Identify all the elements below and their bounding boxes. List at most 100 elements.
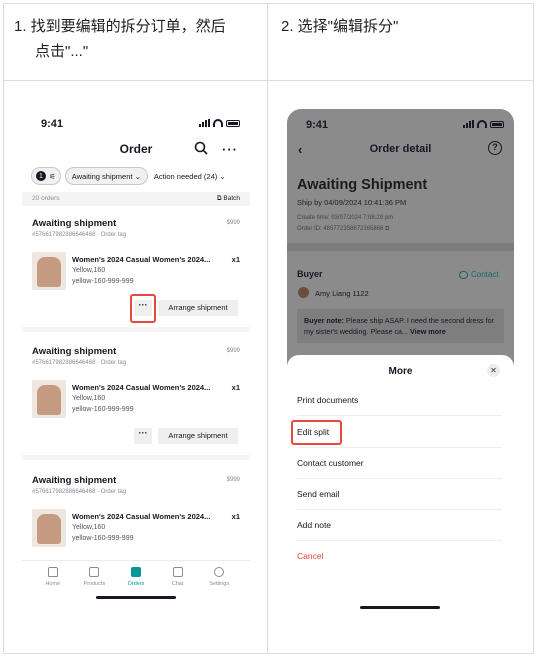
ship-by-date: Ship by 04/09/2024 10:41:36 PM: [297, 198, 407, 207]
contact-customer-item[interactable]: Contact customer: [297, 448, 502, 479]
more-action-sheet: More ✕ Print documents Edit split Contac…: [287, 355, 514, 623]
product-image: [32, 509, 66, 547]
more-actions-button[interactable]: ···: [134, 428, 152, 444]
product-name: Women's 2024 Casual Women's 2024...: [72, 255, 211, 264]
avatar: [298, 287, 309, 298]
filter-bar: 1 ⚟ Awaiting shipment ⌄ Action needed (2…: [31, 167, 228, 185]
home-indicator: [360, 606, 440, 609]
order-card[interactable]: Awaiting shipment $999 #5766179828866464…: [22, 336, 250, 460]
order-status-heading: Awaiting Shipment: [297, 177, 428, 193]
product-qty: x1: [231, 512, 240, 521]
batch-label: Batch: [223, 195, 240, 202]
order-id: Order ID: 485772358872365866 ⧉: [297, 226, 389, 233]
battery-icon: [490, 121, 504, 128]
contact-link[interactable]: Contact: [459, 270, 499, 279]
sheet-title: More: [388, 366, 413, 377]
order-id: #576617982886646468 · Order tag: [32, 489, 127, 495]
status-time: 9:41: [41, 118, 64, 130]
orders-icon: [130, 567, 141, 577]
signal-icon: [199, 119, 210, 127]
copy-icon[interactable]: ⧉: [385, 226, 389, 232]
close-icon[interactable]: ✕: [487, 364, 500, 377]
filter-settings-chip[interactable]: 1 ⚟: [31, 167, 61, 185]
row-divider: [3, 80, 534, 81]
page-title: Order detail: [369, 143, 432, 155]
product-sku: yellow-160-999-999: [72, 406, 134, 413]
tab-label: Products: [83, 581, 106, 587]
chevron-down-icon: ⌄: [134, 171, 141, 181]
status-bar: 9:41: [287, 109, 514, 139]
order-detail-screen: 9:41 ‹ Order detail ? Awaiting Shipment …: [287, 109, 514, 623]
send-email-item[interactable]: Send email: [297, 479, 502, 510]
tab-label: Settings: [209, 581, 230, 587]
order-id: #576617982886646468 · Order tag: [32, 360, 127, 366]
order-status: Awaiting shipment: [32, 218, 117, 229]
order-count-bar: 20 orders ⧉ Batch: [22, 192, 250, 206]
highlight-box: [130, 294, 156, 323]
status-filter-label: Awaiting shipment: [71, 171, 133, 181]
order-count: 20 orders: [32, 195, 60, 202]
step-1-line-1: 1. 找到要编辑的拆分订单，然后: [14, 18, 226, 35]
contact-label: Contact: [471, 270, 499, 279]
highlight-box: [291, 420, 342, 445]
column-divider: [267, 3, 268, 654]
status-time: 9:41: [306, 119, 329, 131]
cancel-item[interactable]: Cancel: [297, 541, 502, 572]
help-icon[interactable]: ?: [488, 141, 502, 155]
dimmed-background: 9:41 ‹ Order detail ? Awaiting Shipment …: [287, 109, 514, 369]
add-note-item[interactable]: Add note: [297, 510, 502, 541]
product-variant: Yellow,160: [72, 267, 106, 274]
chat-bubble-icon: [459, 270, 468, 279]
tab-home[interactable]: Home: [36, 561, 70, 604]
more-menu-icon[interactable]: ···: [222, 142, 238, 157]
create-time: Create time: 03/07/2024 7:08:29 pm: [297, 215, 394, 221]
arrange-shipment-button[interactable]: Arrange shipment: [158, 300, 238, 316]
status-bar: 9:41: [22, 108, 250, 138]
order-price: $999: [226, 348, 240, 354]
buyer-section-title: Buyer: [297, 269, 323, 279]
action-filter-chip[interactable]: Action needed (24) ⌄: [152, 167, 228, 185]
product-image: [32, 380, 66, 418]
battery-icon: [226, 120, 240, 127]
arrange-shipment-button[interactable]: Arrange shipment: [158, 428, 238, 444]
step-2-title: 2. 选择"编辑拆分": [281, 18, 399, 35]
tab-label: Home: [45, 581, 61, 587]
card-separator: [22, 455, 250, 460]
order-list-screen: 9:41 Order ··· 1 ⚟ Awaiting shipment ⌄ A…: [22, 108, 250, 604]
buyer-name: Amy Liang 1122: [315, 289, 369, 298]
batch-icon: ⧉: [216, 195, 222, 202]
buyer-note: Buyer note: Please ship ASAP. I need the…: [297, 309, 504, 343]
order-status: Awaiting shipment: [32, 475, 117, 486]
action-filter-label: Action needed (24): [153, 171, 218, 181]
product-name: Women's 2024 Casual Women's 2024...: [72, 512, 211, 521]
order-id: #576617982886646468 · Order tag: [32, 232, 127, 238]
filter-count-badge: 1: [36, 171, 46, 181]
home-icon: [47, 567, 58, 577]
home-indicator: [96, 596, 176, 599]
product-variant: Yellow,160: [72, 395, 106, 402]
order-status: Awaiting shipment: [32, 346, 117, 357]
step-1-line-2: 点击"...": [35, 43, 89, 60]
order-price: $999: [226, 220, 240, 226]
buyer-note-label: Buyer note:: [304, 316, 344, 325]
product-sku: yellow-160-999-999: [72, 278, 134, 285]
product-qty: x1: [231, 255, 240, 264]
page-title: Order: [119, 142, 153, 156]
product-variant: Yellow,160: [72, 524, 106, 531]
product-sku: yellow-160-999-999: [72, 535, 134, 542]
step-1-title: 1. 找到要编辑的拆分订单，然后 点击"...": [14, 14, 254, 64]
chevron-down-icon: ⌄: [219, 171, 226, 181]
tab-settings[interactable]: Settings: [202, 561, 236, 604]
status-filter-chip[interactable]: Awaiting shipment ⌄: [64, 167, 148, 185]
wifi-icon: [477, 120, 487, 128]
print-documents-item[interactable]: Print documents: [297, 385, 502, 416]
order-id-text: Order ID: 485772358872365866: [297, 226, 384, 232]
tab-label: Chat: [171, 581, 184, 587]
tab-label: Orders: [127, 581, 145, 587]
product-qty: x1: [231, 383, 240, 392]
search-icon[interactable]: [194, 141, 208, 155]
wifi-icon: [213, 119, 223, 127]
section-divider: [287, 243, 514, 251]
batch-button[interactable]: ⧉ Batch: [217, 195, 240, 203]
view-more-link[interactable]: View more: [408, 327, 446, 336]
